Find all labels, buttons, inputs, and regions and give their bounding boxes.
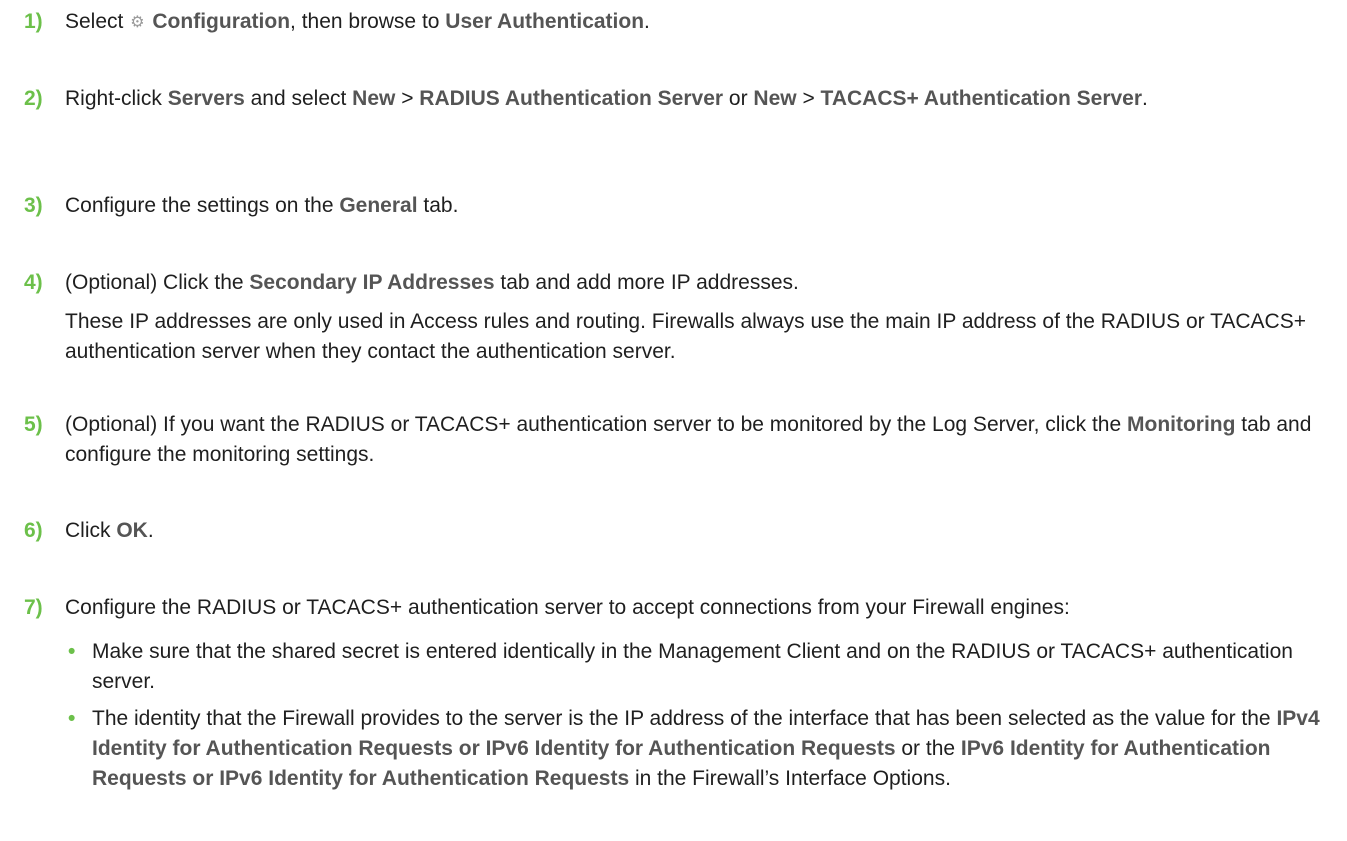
text-run: in the Firewall’s Interface Options. — [629, 767, 951, 790]
step-note: These IP addresses are only used in Acce… — [65, 310, 1306, 363]
ui-term: New — [753, 87, 797, 110]
ui-term: Servers — [167, 87, 245, 110]
text-run: > — [395, 87, 420, 110]
step-text: (Optional) If you want the RADIUS or TAC… — [65, 410, 1334, 470]
gear-icon: ⚙ — [130, 14, 145, 31]
text-run: . — [147, 519, 154, 542]
step-1: 1) Select ⚙ Configuration, then browse t… — [24, 7, 1334, 38]
step-2: 2) Right-click Servers and select New > … — [24, 84, 1334, 114]
text-run: or — [723, 87, 754, 110]
ui-term: Monitoring — [1127, 413, 1236, 436]
text-run: or the — [895, 737, 961, 760]
ui-term: Configuration — [152, 10, 291, 33]
ui-term: RADIUS Authentication Server — [419, 87, 724, 110]
text-run: tab. — [417, 194, 459, 217]
step-text: Right-click Servers and select New > RAD… — [65, 84, 1334, 114]
step-number: 3) — [24, 194, 43, 217]
step-number: 7) — [24, 596, 43, 619]
step-text: Select ⚙ Configuration, then browse to U… — [65, 7, 1334, 38]
text-run: , then browse to — [290, 10, 446, 33]
step-text: (Optional) Click the Secondary IP Addres… — [65, 268, 1334, 298]
step-text: Click OK. — [65, 516, 1334, 546]
text-run: . — [644, 10, 650, 33]
ui-term: New — [352, 87, 396, 110]
text-run: Right-click — [65, 87, 168, 110]
text-run: tab and add more IP addresses. — [494, 271, 799, 294]
step-6: 6) Click OK. — [24, 516, 1334, 546]
bullet-text: The identity that the Firewall provides … — [92, 707, 1320, 790]
procedure-document: 1) Select ⚙ Configuration, then browse t… — [0, 0, 1347, 841]
step-text: Configure the settings on the General ta… — [65, 191, 1334, 221]
text-run: (Optional) Click the — [65, 271, 250, 294]
ui-term: User Authentication — [445, 10, 645, 33]
bullet-text: Make sure that the shared secret is ente… — [92, 640, 1293, 693]
step-number: 2) — [24, 87, 43, 110]
ui-term: Secondary IP Addresses — [249, 271, 495, 294]
text-run: Make sure that the shared secret is ente… — [92, 640, 1293, 693]
text-run: > — [796, 87, 821, 110]
text-run: The identity that the Firewall provides … — [92, 707, 1277, 730]
step-4: 4) (Optional) Click the Secondary IP Add… — [24, 268, 1334, 367]
step-5: 5) (Optional) If you want the RADIUS or … — [24, 410, 1334, 470]
text-run: . — [1142, 87, 1148, 110]
text-run: (Optional) If you want the RADIUS or TAC… — [65, 413, 1127, 436]
step-number: 1) — [24, 10, 43, 33]
ui-term: General — [339, 194, 418, 217]
text-run: Configure the settings on the — [65, 194, 340, 217]
step-number: 5) — [24, 413, 43, 436]
bullet-icon: • — [68, 707, 76, 730]
ui-term: TACACS+ Authentication Server — [820, 87, 1143, 110]
step-7: 7) Configure the RADIUS or TACACS+ authe… — [24, 593, 1334, 801]
step-text: Configure the RADIUS or TACACS+ authenti… — [65, 593, 1334, 623]
text-run: Click — [65, 519, 117, 542]
bullet-item: • The identity that the Firewall provide… — [65, 704, 1334, 794]
text-run: Select — [65, 10, 130, 33]
text-run: and select — [244, 87, 353, 110]
ui-term: OK — [116, 519, 148, 542]
step-number: 6) — [24, 519, 43, 542]
step-number: 4) — [24, 271, 43, 294]
step-3: 3) Configure the settings on the General… — [24, 191, 1334, 221]
bullet-item: • Make sure that the shared secret is en… — [65, 637, 1334, 697]
bullet-icon: • — [68, 640, 76, 663]
text-run: Configure the RADIUS or TACACS+ authenti… — [65, 596, 1070, 619]
bullet-list: • Make sure that the shared secret is en… — [65, 637, 1334, 794]
